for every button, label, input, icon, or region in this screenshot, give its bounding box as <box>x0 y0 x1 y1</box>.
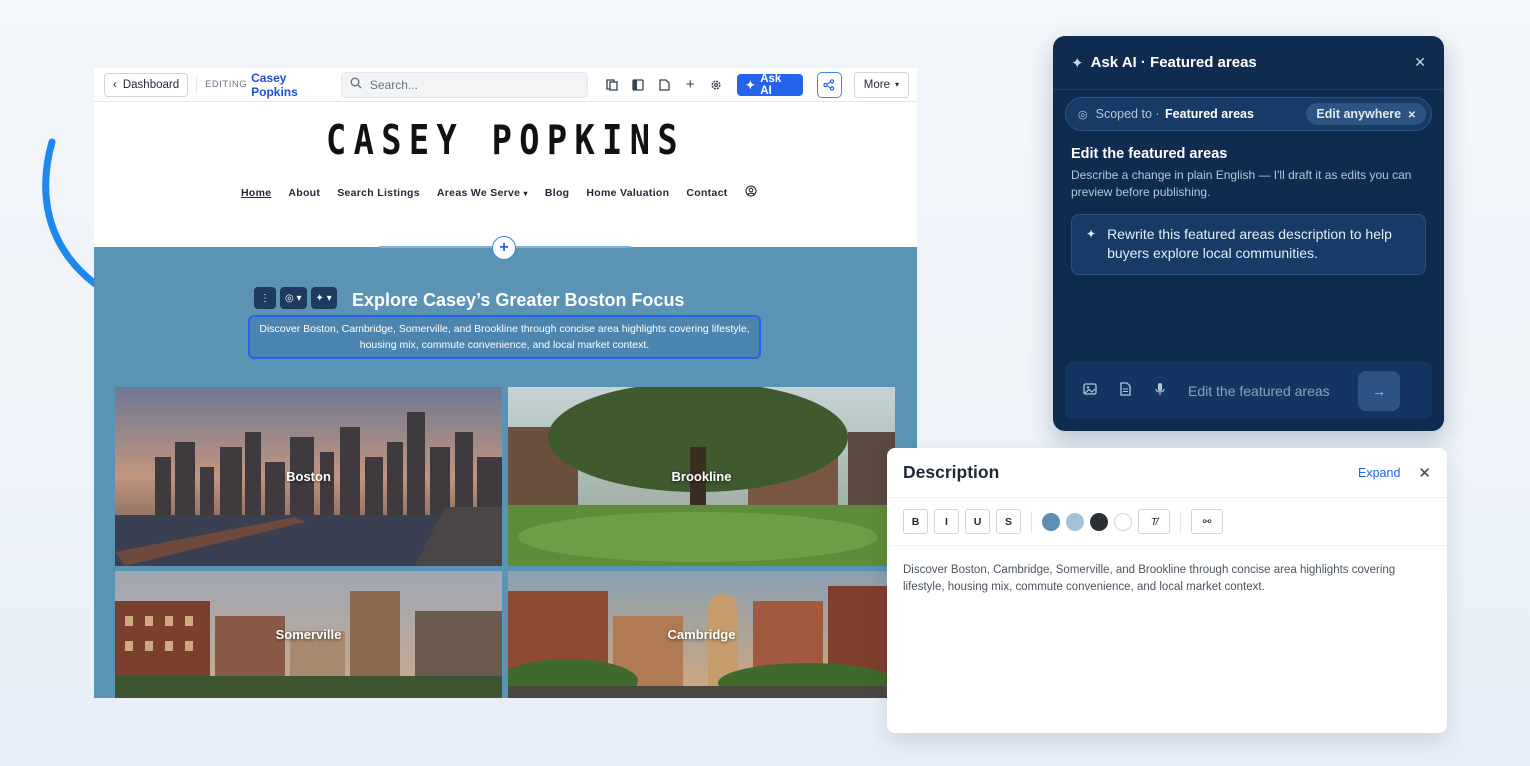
ai-subtext: Describe a change in plain English — I'l… <box>1071 168 1412 199</box>
ai-heading: Edit the featured areas <box>1071 146 1228 162</box>
more-label: More <box>863 78 890 91</box>
description-text-editor[interactable]: Discover Boston, Cambridge, Somerville, … <box>887 546 1447 612</box>
more-button[interactable]: More ▾ <box>853 71 910 98</box>
scope-bar: ◎ Scoped to · Featured areas Edit anywhe… <box>1065 97 1432 131</box>
nav-search-listings[interactable]: Search Listings <box>337 187 420 199</box>
description-header: Description Expand ✕ <box>887 448 1447 498</box>
section-title[interactable]: Explore Casey’s Greater Boston Focus <box>352 290 684 311</box>
send-button[interactable]: → <box>1358 371 1400 411</box>
ai-prompt-bar: Edit the featured areas → <box>1065 362 1432 419</box>
sparkle-icon: ✦ <box>745 79 756 92</box>
ask-ai-panel: ✦ Ask AI · Featured areas ✕ ◎ Scoped to … <box>1053 36 1444 431</box>
add-section-button[interactable]: + <box>492 236 516 260</box>
divider <box>1031 510 1032 533</box>
nav-home-valuation[interactable]: Home Valuation <box>586 187 669 199</box>
site-header: CASEY POPKINS Home About Search Listings… <box>94 102 917 214</box>
ask-ai-header: ✦ Ask AI · Featured areas ✕ <box>1053 36 1444 90</box>
description-panel: Description Expand ✕ B I U S T̸ ⚯ Discov… <box>887 448 1447 733</box>
suggestion-text: Rewrite this featured areas description … <box>1107 226 1392 261</box>
area-label-somerville: Somerville <box>275 627 342 642</box>
italic-button[interactable]: I <box>934 509 959 534</box>
sparkles-icon: ✦ <box>1071 54 1084 72</box>
nav-areas-we-serve[interactable]: Areas We Serve ▾ <box>437 187 528 199</box>
nav-blog[interactable]: Blog <box>545 187 570 199</box>
more-vertical-icon[interactable]: ⋮ <box>254 287 276 309</box>
ai-magic-icon[interactable]: ✦ ▾ <box>310 287 337 309</box>
search-placeholder: Search... <box>369 77 418 92</box>
edit-anywhere-button[interactable]: Edit anywhere ✕ <box>1306 103 1426 125</box>
site-name-link[interactable]: Casey Popkins <box>251 71 334 99</box>
expand-link[interactable]: Expand <box>1358 466 1400 480</box>
chevron-down-icon: ▾ <box>895 80 900 89</box>
nav-about[interactable]: About <box>288 187 320 199</box>
clear-format-icon[interactable]: T̸ <box>1138 509 1170 534</box>
settings-icon[interactable] <box>706 74 726 95</box>
area-tile-boston[interactable]: Boston <box>115 387 502 566</box>
user-icon[interactable] <box>744 185 757 200</box>
document-icon[interactable] <box>654 74 674 95</box>
add-icon[interactable]: + <box>680 74 700 95</box>
description-title: Description <box>903 462 1000 482</box>
image-icon[interactable] <box>1083 382 1097 401</box>
color-swatch-white[interactable] <box>1114 512 1132 531</box>
edit-anywhere-label: Edit anywhere <box>1316 107 1402 121</box>
plus-sparkle-icon: ✦ <box>1086 227 1097 241</box>
search-icon <box>350 77 362 92</box>
bold-button[interactable]: B <box>903 509 928 534</box>
area-tile-somerville[interactable]: Somerville <box>115 571 502 698</box>
close-icon: ✕ <box>1407 110 1416 121</box>
style-icon[interactable]: ◎ ▾ <box>280 287 307 309</box>
chevron-down-icon: ▾ <box>523 188 528 198</box>
ask-ai-button[interactable]: ✦ Ask AI <box>736 72 803 97</box>
area-tile-cambridge[interactable]: Cambridge <box>508 571 895 698</box>
suggestion-button[interactable]: ✦ Rewrite this featured areas descriptio… <box>1071 214 1426 275</box>
ai-prompt-input[interactable]: Edit the featured areas <box>1188 383 1336 399</box>
share-button[interactable] <box>816 71 842 98</box>
area-label-cambridge: Cambridge <box>667 627 736 642</box>
dashboard-label: Dashboard <box>122 78 180 91</box>
divider <box>196 75 198 94</box>
target-icon: ◎ <box>1078 108 1088 121</box>
nav-home[interactable]: Home <box>241 187 271 199</box>
site-nav: Home About Search Listings Areas We Serv… <box>241 185 757 200</box>
share-icon <box>823 78 835 91</box>
area-label-boston: Boston <box>286 469 331 484</box>
layout-icon[interactable] <box>628 74 648 95</box>
file-icon[interactable] <box>1119 381 1132 401</box>
area-label-brookline: Brookline <box>671 469 732 484</box>
site-editor: ‹ Dashboard EDITING Casey Popkins Search… <box>94 68 917 698</box>
format-toolbar: B I U S T̸ ⚯ <box>887 498 1447 546</box>
ask-ai-title: Ask AI · Featured areas <box>1090 54 1257 71</box>
divider <box>1180 510 1181 533</box>
block-toolbar: ⋮ ◎ ▾ ✦ ▾ <box>254 287 337 309</box>
search-input[interactable]: Search... <box>340 71 588 98</box>
pages-icon[interactable] <box>602 74 622 95</box>
area-tile-brookline[interactable]: Brookline <box>508 387 895 566</box>
scope-prefix: Scoped to · <box>1095 107 1160 121</box>
nav-areas-label: Areas We Serve <box>436 186 521 199</box>
underline-button[interactable]: U <box>965 509 990 534</box>
editor-toolbar: ‹ Dashboard EDITING Casey Popkins Search… <box>94 68 917 102</box>
close-icon[interactable]: ✕ <box>1418 464 1431 482</box>
editing-label: EDITING <box>205 79 248 90</box>
microphone-icon[interactable] <box>1154 382 1166 401</box>
scope-target: Featured areas <box>1165 107 1254 121</box>
strikethrough-button[interactable]: S <box>996 509 1021 534</box>
nav-contact[interactable]: Contact <box>686 187 727 199</box>
ask-ai-label: Ask AI <box>760 72 782 97</box>
close-icon[interactable]: ✕ <box>1414 54 1426 71</box>
section-description-selected[interactable]: Discover Boston, Cambridge, Somerville, … <box>248 315 761 359</box>
site-logo[interactable]: CASEY POPKINS <box>168 116 843 164</box>
link-icon[interactable]: ⚯ <box>1191 509 1223 534</box>
chevron-left-icon: ‹ <box>113 78 117 91</box>
color-swatch-light-blue[interactable] <box>1066 512 1084 531</box>
dashboard-button[interactable]: ‹ Dashboard <box>104 72 189 97</box>
color-swatch-dark[interactable] <box>1090 512 1108 531</box>
arrow-right-icon: → <box>1372 383 1386 399</box>
color-swatch-blue[interactable] <box>1042 512 1060 531</box>
